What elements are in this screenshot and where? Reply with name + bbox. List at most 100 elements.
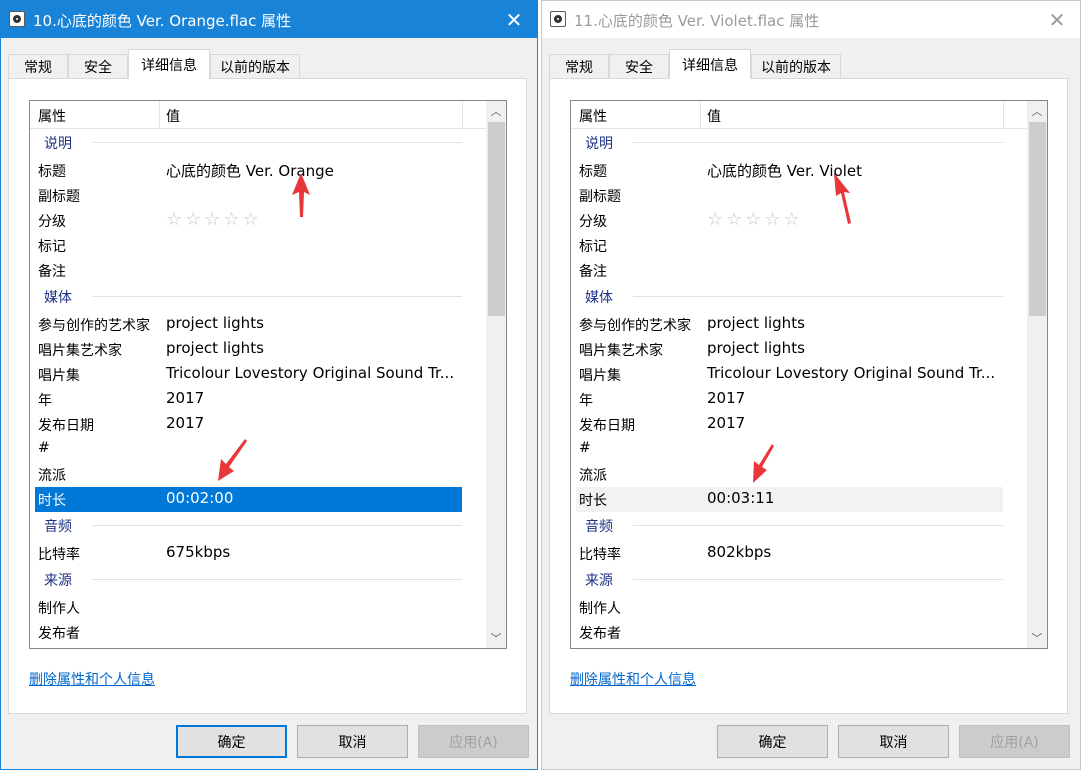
row-track-number[interactable]: # [571, 437, 1028, 462]
row-title[interactable]: 标题 心底的颜色 Ver. Orange [30, 158, 487, 183]
row-year[interactable]: 年 2017 [30, 387, 487, 412]
row-contributing-artists[interactable]: 参与创作的艺术家 project lights [30, 312, 487, 337]
divider [633, 296, 1003, 297]
property-list[interactable]: 属性 值 说明 标题 心底的颜色 Ver. Violet 副标题 分级 ☆☆☆☆☆ … [570, 100, 1048, 649]
group-label: 来源 [585, 573, 613, 589]
property-value[interactable]: 2017 [707, 389, 745, 407]
row-subtitle[interactable]: 副标题 [30, 183, 487, 208]
property-name: 时长 [579, 493, 607, 509]
divider [633, 525, 1003, 526]
tab-details[interactable]: 详细信息 [669, 49, 751, 79]
row-album[interactable]: 唱片集 Tricolour Lovestory Original Sound Tr… [30, 362, 487, 387]
property-value[interactable]: project lights [166, 339, 264, 357]
column-divider[interactable] [700, 101, 701, 128]
star-outline-icon[interactable]: ☆☆☆☆☆ [707, 209, 803, 230]
property-value[interactable]: 2017 [166, 414, 204, 432]
apply-button[interactable]: 应用(A) [959, 725, 1070, 758]
column-divider[interactable] [1003, 101, 1004, 128]
group-header-audio: 音频 [571, 512, 1028, 541]
tab-general[interactable]: 常规 [8, 54, 68, 78]
tab-general[interactable]: 常规 [549, 54, 609, 78]
row-subtitle[interactable]: 副标题 [571, 183, 1028, 208]
title-bar[interactable]: 10.心底的颜色 Ver. Orange.flac 属性 ✕ [1, 1, 537, 38]
tab-previous-versions[interactable]: 以前的版本 [210, 54, 300, 78]
chevron-up-icon[interactable]: ︿ [486, 101, 506, 121]
row-bitrate[interactable]: 比特率 675kbps [30, 541, 487, 566]
chevron-down-icon[interactable]: ﹀ [486, 628, 506, 648]
property-value[interactable]: Tricolour Lovestory Original Sound Tr... [166, 364, 454, 382]
property-value[interactable]: 2017 [166, 389, 204, 407]
property-name: 唱片集 [579, 368, 621, 384]
property-value[interactable]: 00:03:11 [707, 489, 774, 507]
column-header-value[interactable]: 值 [707, 106, 721, 126]
row-album-artist[interactable]: 唱片集艺术家 project lights [30, 337, 487, 362]
property-list[interactable]: 属性 值 说明 标题 心底的颜色 Ver. Orange 副标题 分级 ☆☆☆☆☆ … [29, 100, 507, 649]
row-comments[interactable]: 备注 [30, 258, 487, 283]
row-length[interactable]: 时长 00:03:11 [576, 487, 1003, 512]
property-value[interactable]: project lights [707, 314, 805, 332]
group-header-audio: 音频 [30, 512, 487, 541]
ok-button[interactable]: 确定 [176, 725, 287, 758]
cancel-button[interactable]: 取消 [297, 725, 408, 758]
remove-properties-link[interactable]: 删除属性和个人信息 [570, 669, 696, 689]
tab-security[interactable]: 安全 [609, 54, 669, 78]
row-year[interactable]: 年 2017 [571, 387, 1028, 412]
row-contributing-artists[interactable]: 参与创作的艺术家 project lights [571, 312, 1028, 337]
tab-security[interactable]: 安全 [68, 54, 128, 78]
remove-properties-link[interactable]: 删除属性和个人信息 [29, 669, 155, 689]
row-release-date[interactable]: 发布日期 2017 [571, 412, 1028, 437]
chevron-up-icon[interactable]: ︿ [1027, 101, 1047, 121]
property-name: # [579, 440, 591, 456]
scrollbar-thumb[interactable] [488, 122, 505, 316]
property-value[interactable]: project lights [707, 339, 805, 357]
red-arrow-icon [834, 173, 851, 224]
row-producer[interactable]: 制作人 [571, 595, 1028, 620]
column-header-property[interactable]: 属性 [579, 106, 607, 126]
cancel-button[interactable]: 取消 [838, 725, 949, 758]
group-label: 来源 [44, 573, 72, 589]
row-album-artist[interactable]: 唱片集艺术家 project lights [571, 337, 1028, 362]
property-value[interactable]: 675kbps [166, 543, 230, 561]
property-value[interactable]: project lights [166, 314, 264, 332]
row-publisher[interactable]: 发布者 [571, 620, 1028, 645]
row-publisher[interactable]: 发布者 [30, 620, 487, 645]
row-rating[interactable]: 分级 ☆☆☆☆☆ [30, 208, 487, 233]
column-header-value[interactable]: 值 [166, 106, 180, 126]
row-release-date[interactable]: 发布日期 2017 [30, 412, 487, 437]
row-producer[interactable]: 制作人 [30, 595, 487, 620]
property-value[interactable]: 00:02:00 [166, 489, 233, 507]
red-arrow-icon [218, 439, 247, 481]
close-icon[interactable]: ✕ [1034, 1, 1080, 38]
scrollbar-thumb[interactable] [1029, 122, 1046, 316]
column-divider[interactable] [159, 101, 160, 128]
apply-button[interactable]: 应用(A) [418, 725, 529, 758]
row-track-number[interactable]: # [30, 437, 487, 462]
row-title[interactable]: 标题 心底的颜色 Ver. Violet [571, 158, 1028, 183]
row-album[interactable]: 唱片集 Tricolour Lovestory Original Sound Tr… [571, 362, 1028, 387]
title-bar[interactable]: 11.心底的颜色 Ver. Violet.flac 属性 ✕ [542, 1, 1080, 38]
tab-details[interactable]: 详细信息 [128, 49, 210, 79]
property-value[interactable]: Tricolour Lovestory Original Sound Tr... [707, 364, 995, 382]
chevron-down-icon[interactable]: ﹀ [1027, 628, 1047, 648]
row-comments[interactable]: 备注 [571, 258, 1028, 283]
row-rating[interactable]: 分级 ☆☆☆☆☆ [571, 208, 1028, 233]
property-value[interactable]: 802kbps [707, 543, 771, 561]
divider [92, 525, 462, 526]
row-length[interactable]: 时长 00:02:00 [35, 487, 462, 512]
tab-previous-versions[interactable]: 以前的版本 [751, 54, 841, 78]
property-value[interactable]: 2017 [707, 414, 745, 432]
row-genre[interactable]: 流派 [571, 462, 1028, 487]
vertical-scrollbar[interactable]: ︿ ﹀ [1027, 101, 1047, 648]
ok-button[interactable]: 确定 [717, 725, 828, 758]
column-divider[interactable] [462, 101, 463, 128]
row-bitrate[interactable]: 比特率 802kbps [571, 541, 1028, 566]
star-outline-icon[interactable]: ☆☆☆☆☆ [166, 209, 262, 230]
row-tags[interactable]: 标记 [571, 233, 1028, 258]
vertical-scrollbar[interactable]: ︿ ﹀ [486, 101, 506, 648]
row-genre[interactable]: 流派 [30, 462, 487, 487]
column-header-property[interactable]: 属性 [38, 106, 66, 126]
row-tags[interactable]: 标记 [30, 233, 487, 258]
close-icon[interactable]: ✕ [491, 1, 537, 38]
list-header: 属性 值 [571, 101, 1028, 129]
property-name: 发布日期 [579, 418, 635, 434]
